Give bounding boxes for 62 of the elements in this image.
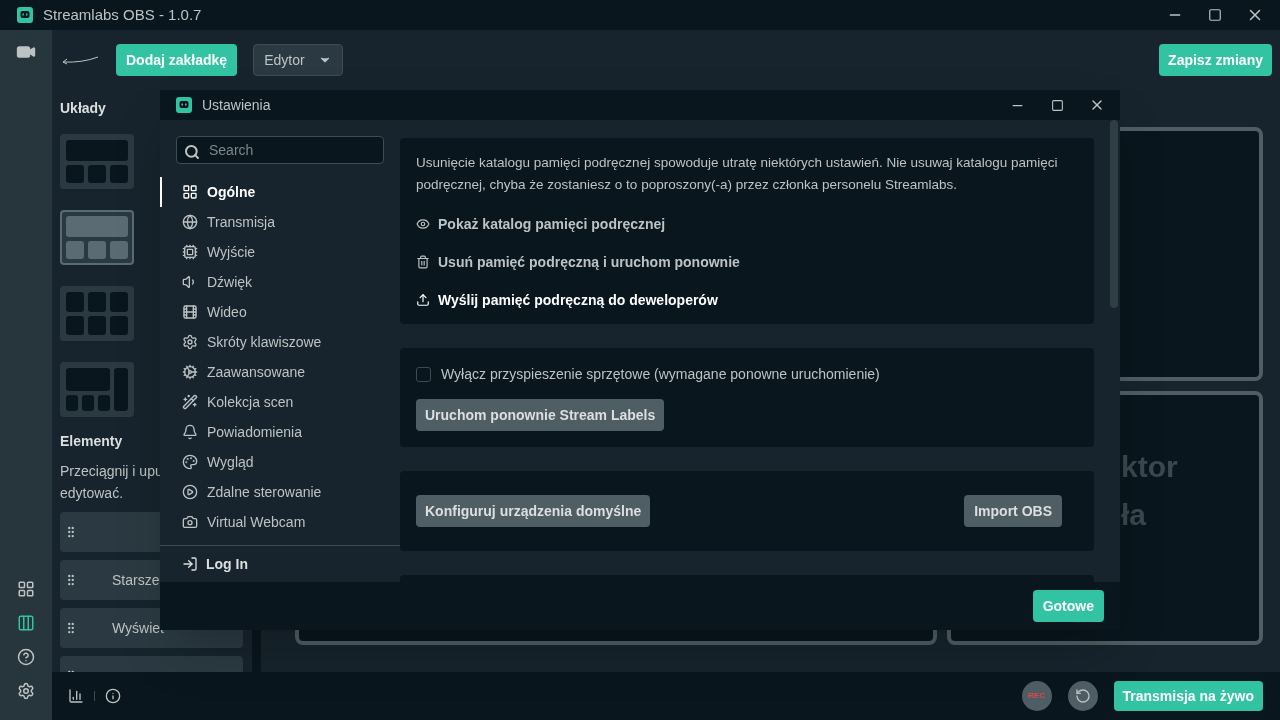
section-title: Elementy	[60, 432, 123, 451]
cache-action-link[interactable]: Usuń pamięć podręczną i uruchom ponownie	[416, 252, 1078, 272]
trash-icon	[416, 255, 430, 269]
nav-item[interactable]: Zdalne sterowanie	[160, 477, 400, 508]
film-icon	[182, 304, 198, 321]
nav-item[interactable]: Transmisja	[160, 207, 400, 238]
nav-item[interactable]: Wygląd	[160, 447, 400, 478]
layout-thumbnail[interactable]	[60, 286, 134, 341]
chip-icon	[182, 244, 198, 261]
import-obs-button[interactable]: Import OBS	[964, 495, 1062, 527]
eye-icon	[416, 217, 430, 231]
restart-labels-button[interactable]: Uruchom ponownie Stream Labels	[416, 399, 665, 431]
log-in-icon	[182, 556, 198, 573]
search-field[interactable]: Search	[176, 136, 384, 165]
settings-icon[interactable]	[17, 682, 35, 700]
nav-item[interactable]: Virtual Webcam	[160, 507, 400, 538]
nav-item[interactable]: Dźwięk	[160, 267, 400, 298]
camera-icon	[182, 514, 198, 531]
stats-icon	[68, 688, 84, 704]
replay-button[interactable]	[1067, 681, 1098, 711]
play-icon	[182, 484, 198, 501]
settings-icon	[182, 334, 198, 351]
maximize-icon[interactable]	[1208, 8, 1222, 22]
palette-icon	[182, 454, 198, 471]
wand-icon	[182, 394, 198, 411]
scrollbar-thumb[interactable]	[1110, 120, 1118, 308]
notice-text: Usunięcie katalogu pamięci podręcznej spowoduje utratę niektórych ustawień. Nie usuwaj katalogu pamięci podręcznej, chyba że zostaniesz o to poproszony(-a) przez członka personelu Streamlabs.	[416, 154, 1059, 194]
columns-icon[interactable]	[17, 614, 35, 632]
layout-thumbnail[interactable]	[60, 210, 134, 265]
app-logo-icon	[17, 7, 33, 23]
bell-icon	[182, 424, 198, 441]
layout-icon[interactable]	[17, 580, 35, 598]
cache-action-link[interactable]: Pokaż katalog pamięci podręcznej	[416, 214, 1078, 234]
app-logo-icon	[176, 97, 192, 113]
editor-dropdown[interactable]: Edytor	[253, 44, 344, 76]
nav-item[interactable]: Powiadomienia	[160, 417, 400, 448]
search-icon	[184, 144, 200, 160]
element-label: Starsze	[112, 570, 160, 590]
globe-icon	[182, 214, 198, 231]
nav-item[interactable]: Wideo	[160, 297, 400, 328]
replay-icon	[1074, 688, 1091, 704]
hint-text: edytować.	[60, 484, 124, 503]
dialog-title: Ustawienia	[202, 95, 272, 115]
arrow-icon	[60, 55, 100, 65]
checkbox-label: Wyłącz przyspieszenie sprzętowe (wymagane ponowne uruchomienie)	[441, 365, 880, 384]
gears-icon	[182, 364, 198, 381]
configure-devices-button[interactable]: Konfiguruj urządzenia domyślne	[416, 495, 651, 527]
cache-action-link[interactable]: Wyślij pamięć podręczną do deweloperów	[416, 290, 1078, 310]
info-icon	[105, 688, 121, 704]
window-title: Streamlabs OBS - 1.0.7	[43, 4, 203, 25]
nav-item[interactable]: Kolekcja scen	[160, 387, 400, 418]
nav-item[interactable]: Wyjście	[160, 237, 400, 268]
layout-thumbnail[interactable]	[60, 362, 134, 417]
maximize-icon[interactable]	[1050, 98, 1064, 112]
checkbox[interactable]	[416, 367, 431, 382]
upload-icon	[416, 293, 430, 307]
nav-item[interactable]: Skróty klawiszowe	[160, 327, 400, 358]
grid-icon	[182, 184, 198, 201]
layout-thumbnail[interactable]	[60, 134, 134, 189]
section-title: Układy	[60, 99, 106, 118]
nav-item[interactable]: Zaawansowane	[160, 357, 400, 388]
help-icon[interactable]	[17, 648, 35, 666]
